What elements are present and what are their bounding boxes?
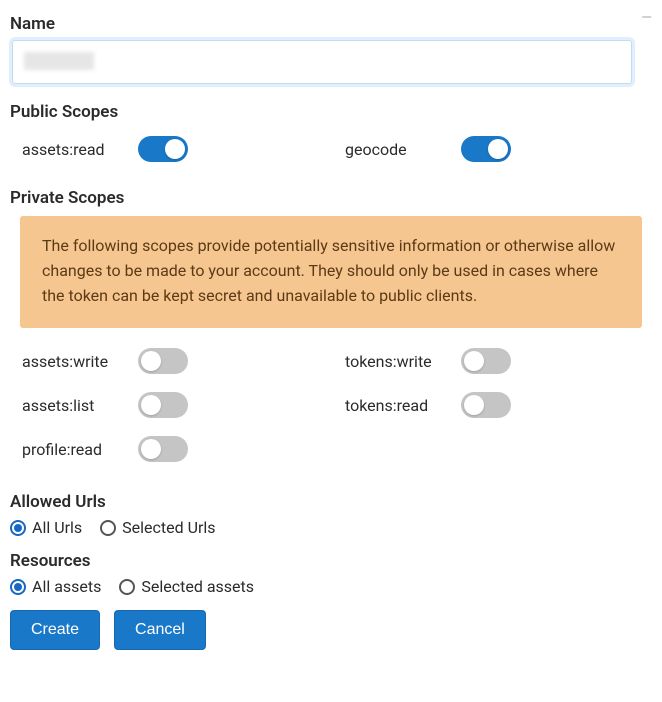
scope-label: geocode xyxy=(345,140,445,159)
radio-label: Selected Urls xyxy=(122,518,215,537)
toggle-assets-write[interactable] xyxy=(138,348,188,374)
scope-label: tokens:read xyxy=(345,396,445,415)
radio-label: All Urls xyxy=(32,518,82,537)
radio-icon xyxy=(100,520,116,536)
scope-label: assets:read xyxy=(22,140,122,159)
radio-icon xyxy=(10,520,26,536)
radio-label: All assets xyxy=(32,577,101,596)
token-create-form: — Name Public Scopes assets:read geocode… xyxy=(0,0,662,670)
collapse-icon[interactable]: — xyxy=(641,10,652,26)
toggle-assets-list[interactable] xyxy=(138,392,188,418)
radio-icon xyxy=(119,579,135,595)
radio-label: Selected assets xyxy=(141,577,254,596)
radio-icon xyxy=(10,579,26,595)
toggle-tokens-read[interactable] xyxy=(461,392,511,418)
resources-radio-group: All assets Selected assets xyxy=(10,577,652,596)
scope-label: tokens:write xyxy=(345,352,445,371)
radio-selected-assets[interactable]: Selected assets xyxy=(119,577,254,596)
scope-label: assets:write xyxy=(22,352,122,371)
create-button[interactable]: Create xyxy=(10,610,100,650)
scope-geocode: geocode xyxy=(345,136,605,162)
scope-label: profile:read xyxy=(22,440,122,459)
toggle-assets-read[interactable] xyxy=(138,136,188,162)
toggle-profile-read[interactable] xyxy=(138,436,188,462)
radio-all-assets[interactable]: All assets xyxy=(10,577,101,596)
public-scopes-label: Public Scopes xyxy=(10,102,652,122)
scope-assets-read: assets:read xyxy=(22,136,282,162)
name-label: Name xyxy=(10,14,652,34)
scope-assets-write: assets:write xyxy=(22,348,282,374)
allowed-urls-radio-group: All Urls Selected Urls xyxy=(10,518,652,537)
public-scopes-grid: assets:read geocode xyxy=(10,128,652,170)
resources-label: Resources xyxy=(10,551,652,571)
scope-tokens-read: tokens:read xyxy=(345,392,605,418)
button-row: Create Cancel xyxy=(10,610,652,650)
toggle-geocode[interactable] xyxy=(461,136,511,162)
toggle-tokens-write[interactable] xyxy=(461,348,511,374)
scope-assets-list: assets:list xyxy=(22,392,282,418)
private-scopes-label: Private Scopes xyxy=(10,188,652,208)
private-scopes-warning: The following scopes provide potentially… xyxy=(20,216,642,328)
cancel-button[interactable]: Cancel xyxy=(114,610,206,650)
name-input[interactable] xyxy=(12,40,632,84)
scope-tokens-write: tokens:write xyxy=(345,348,605,374)
private-scopes-grid: assets:write tokens:write assets:list to… xyxy=(10,348,652,470)
allowed-urls-label: Allowed Urls xyxy=(10,492,652,512)
radio-all-urls[interactable]: All Urls xyxy=(10,518,82,537)
radio-selected-urls[interactable]: Selected Urls xyxy=(100,518,215,537)
scope-profile-read: profile:read xyxy=(22,436,282,462)
scope-label: assets:list xyxy=(22,396,122,415)
